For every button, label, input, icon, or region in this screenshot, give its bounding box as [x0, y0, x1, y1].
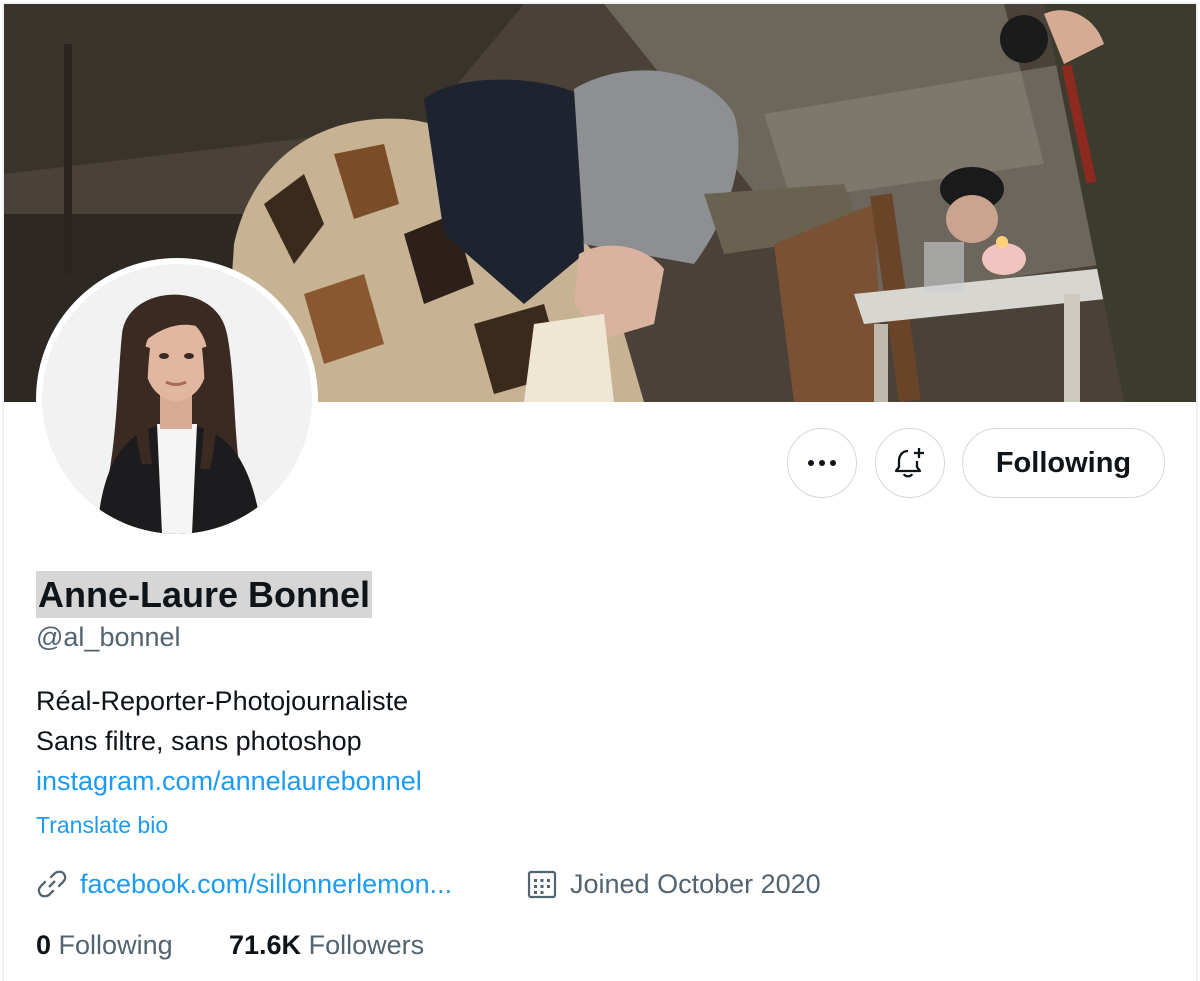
following-count-label: Following — [58, 930, 173, 960]
joined-meta: Joined October 2020 — [526, 868, 821, 900]
website-link[interactable]: facebook.com/sillonnerlemon... — [80, 869, 452, 900]
following-button[interactable]: Following — [962, 428, 1165, 498]
joined-date: Joined October 2020 — [570, 868, 821, 899]
profile-name: Anne-Laure Bonnel — [36, 571, 373, 618]
following-count: 0 — [36, 930, 52, 960]
profile-avatar[interactable] — [36, 258, 318, 540]
followers-count: 71.6K — [229, 930, 302, 960]
followers-count-label: Followers — [308, 930, 425, 960]
link-icon — [37, 870, 67, 898]
followers-count-link[interactable]: 71.6K Followers — [229, 930, 424, 961]
bio-line-1: Réal-Reporter-Photojournaliste — [36, 686, 409, 716]
website-meta: facebook.com/sillonnerlemon... — [36, 868, 452, 900]
profile-handle: @al_bonnel — [36, 622, 181, 652]
more-horizontal-icon — [808, 460, 836, 466]
notifications-button[interactable] — [875, 428, 945, 498]
bio-instagram-link[interactable]: instagram.com/annelaurebonnel — [36, 766, 422, 797]
bell-plus-icon — [894, 448, 924, 478]
translate-bio-link[interactable]: Translate bio — [36, 812, 168, 839]
bio-line-2: Sans filtre, sans photoshop — [36, 726, 362, 756]
following-count-link[interactable]: 0 Following — [36, 930, 173, 961]
calendar-icon — [527, 870, 557, 899]
more-options-button[interactable] — [787, 428, 857, 498]
avatar-photo — [42, 264, 312, 534]
following-button-label: Following — [995, 446, 1132, 479]
